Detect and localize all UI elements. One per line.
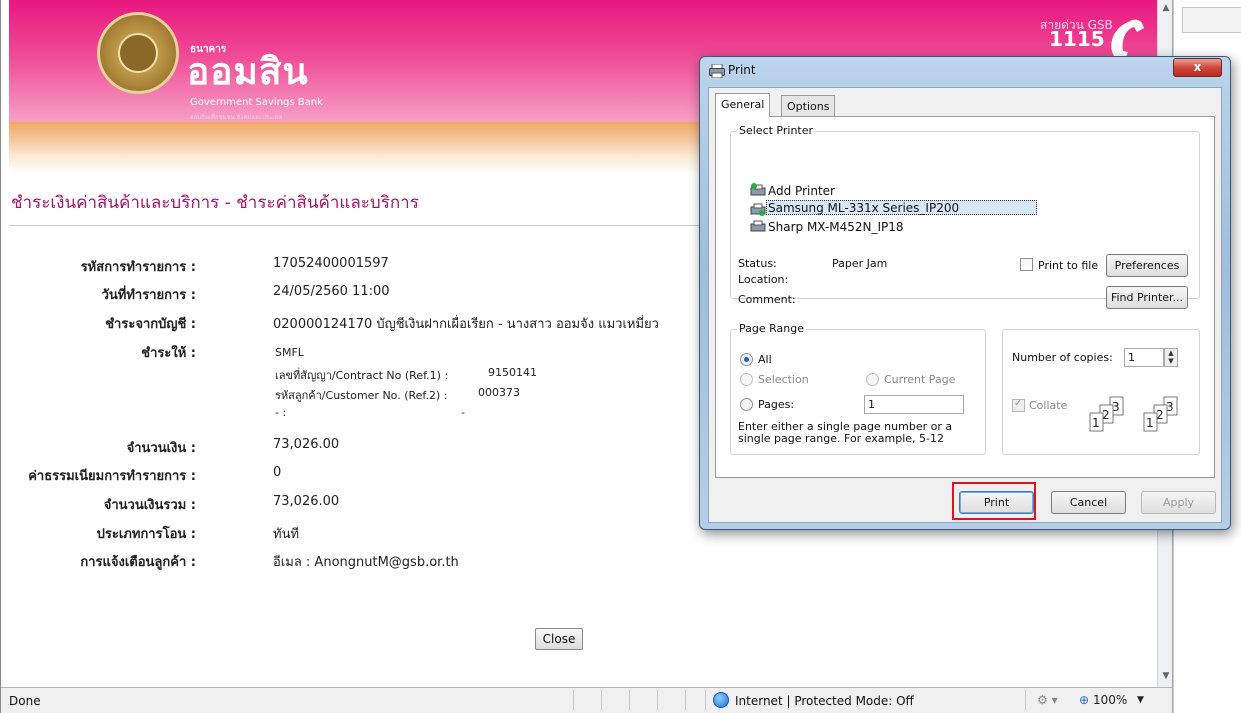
printer-item-add[interactable]: Add Printer (768, 184, 835, 198)
cancel-button[interactable]: Cancel (1051, 491, 1126, 514)
print-button-highlight (952, 482, 1036, 520)
date-label: วันที่ทำรายการ : (101, 288, 196, 303)
close-icon[interactable]: x (1173, 58, 1222, 77)
comment-label: Comment: (738, 293, 796, 306)
hotline-number: 1115 (1049, 27, 1105, 51)
pages-label: Pages: (758, 398, 795, 411)
current-page-radio[interactable] (866, 373, 879, 386)
print-dialog: Print x General Options Select Printer A… (699, 56, 1231, 530)
protected-mode-icon[interactable]: ⚙ ▾ (1037, 693, 1058, 707)
notify-label: การแจ้งเตือนลูกค้า : (80, 555, 196, 570)
printer-item-sharp[interactable]: Sharp MX-M452N_IP18 (768, 220, 904, 234)
page-range-label: Page Range (737, 322, 806, 335)
pay-to-value: SMFL (275, 346, 304, 359)
page-range-hint: Enter either a single page number or a s… (738, 420, 953, 445)
print-to-file-checkbox[interactable] (1020, 258, 1033, 271)
ref2-label: รหัสลูกค้า/Customer No. (Ref.2) : (275, 389, 448, 402)
status-value: Paper Jam (832, 257, 888, 270)
ref-label: รหัสการทำรายการ : (80, 260, 196, 275)
ref1-label: เลขที่สัญญา/Contract No (Ref.1) : (275, 369, 449, 382)
add-printer-icon (750, 183, 766, 196)
preferences-button[interactable]: Preferences (1106, 254, 1188, 277)
tab-options[interactable]: Options (781, 95, 836, 117)
security-zone-text[interactable]: Internet | Protected Mode: Off (735, 694, 914, 708)
ref-value: 17052400001597 (273, 256, 389, 271)
default-printer-icon (750, 203, 766, 216)
amount-label: จำนวนเงิน : (126, 441, 196, 456)
zoom-level[interactable]: 100% (1093, 693, 1127, 707)
bank-name-english: Government Savings Bank (190, 97, 323, 108)
ref1-value: 9150141 (488, 366, 537, 379)
svg-text:1: 1 (1092, 416, 1100, 430)
copies-label: Number of copies: (1012, 351, 1113, 364)
fee-value: 0 (273, 465, 282, 480)
copies-spinner[interactable]: ▲ ▼ (1164, 348, 1178, 367)
tab-general[interactable]: General (715, 93, 771, 117)
zoom-icon: ⊕ (1079, 693, 1090, 707)
total-label: จำนวนเงินรวม : (103, 498, 196, 513)
status-label: Status: (738, 257, 777, 270)
ref2-value: 000373 (478, 386, 520, 399)
svg-text:1: 1 (1146, 416, 1154, 430)
copies-input[interactable]: 1 (1124, 348, 1164, 367)
transfer-type-label: ประเภทการโอน : (96, 527, 196, 542)
from-account-label: ชำระจากบัญชี : (105, 317, 196, 332)
printer-name-samsung: Samsung ML-331x Series_IP200 (768, 201, 960, 215)
selection-label: Selection (758, 373, 809, 386)
zoom-dropdown-icon[interactable]: ▼ (1137, 693, 1144, 707)
close-button[interactable]: Close (535, 628, 583, 650)
printer-icon (750, 220, 766, 232)
find-printer-button[interactable]: Find Printer... (1106, 286, 1188, 309)
pages-input[interactable]: 1 (864, 395, 964, 414)
dialog-body: General Options Select Printer Add Print… (708, 87, 1222, 523)
selection-radio[interactable] (740, 373, 753, 386)
ref3-label: - : (275, 406, 287, 419)
dialog-title: Print (728, 63, 756, 77)
collate-pages-icon: 3 2 1 3 2 1 (1089, 396, 1178, 432)
transfer-type-value: ทันที (273, 527, 300, 542)
from-account-value: 020000124170 บัญชีเงินฝากเผื่อเรียก - นา… (273, 317, 659, 332)
phone-icon (1111, 19, 1144, 57)
select-printer-label: Select Printer (737, 124, 816, 137)
general-tab-panel: Select Printer Add Printer Samsung ML-33… (715, 116, 1215, 478)
amount-value: 73,026.00 (273, 437, 340, 452)
zoom-control[interactable]: ⚙ ▾ ⊕ 100% ▼ (1033, 693, 1163, 709)
bank-seal-logo (97, 12, 179, 94)
pay-to-label: ชำระให้ : (141, 346, 196, 361)
date-value: 24/05/2560 11:00 (273, 284, 390, 299)
scroll-up-icon[interactable]: ▲ (1158, 0, 1172, 17)
notify-value: อีเมล : AnongnutM@gsb.or.th (273, 555, 459, 570)
status-text: Done (9, 694, 41, 708)
ref3-value: - (461, 406, 465, 419)
printer-icon (709, 64, 725, 78)
print-to-file-label: Print to file (1038, 259, 1099, 272)
fee-label: ค่าธรรมเนียมการทำรายการ : (28, 469, 196, 484)
total-value: 73,026.00 (273, 494, 340, 509)
current-page-label: Current Page (884, 373, 956, 386)
location-label: Location: (738, 273, 789, 286)
globe-icon (713, 692, 729, 708)
all-label: All (758, 353, 772, 366)
all-radio[interactable] (740, 353, 753, 366)
printer-item-samsung[interactable]: Samsung ML-331x Series_IP200 (766, 200, 1037, 215)
apply-button[interactable]: Apply (1141, 491, 1216, 514)
scroll-down-icon[interactable]: ▼ (1158, 668, 1172, 685)
pages-radio[interactable] (740, 398, 753, 411)
status-bar: Done Internet | Protected Mode: Off ⚙ ▾ … (1, 687, 1172, 713)
collate-checkbox[interactable]: ✓ (1012, 398, 1025, 412)
page-title: ชำระเงินค่าสินค้าและบริการ - ชำระค่าสินค… (11, 193, 419, 213)
collate-label: Collate (1029, 399, 1068, 412)
bank-tagline: ออมสินเพื่อชุมชน สังคมและประเทศ (190, 114, 283, 121)
bank-logo-text: ออมสิน (187, 50, 309, 93)
